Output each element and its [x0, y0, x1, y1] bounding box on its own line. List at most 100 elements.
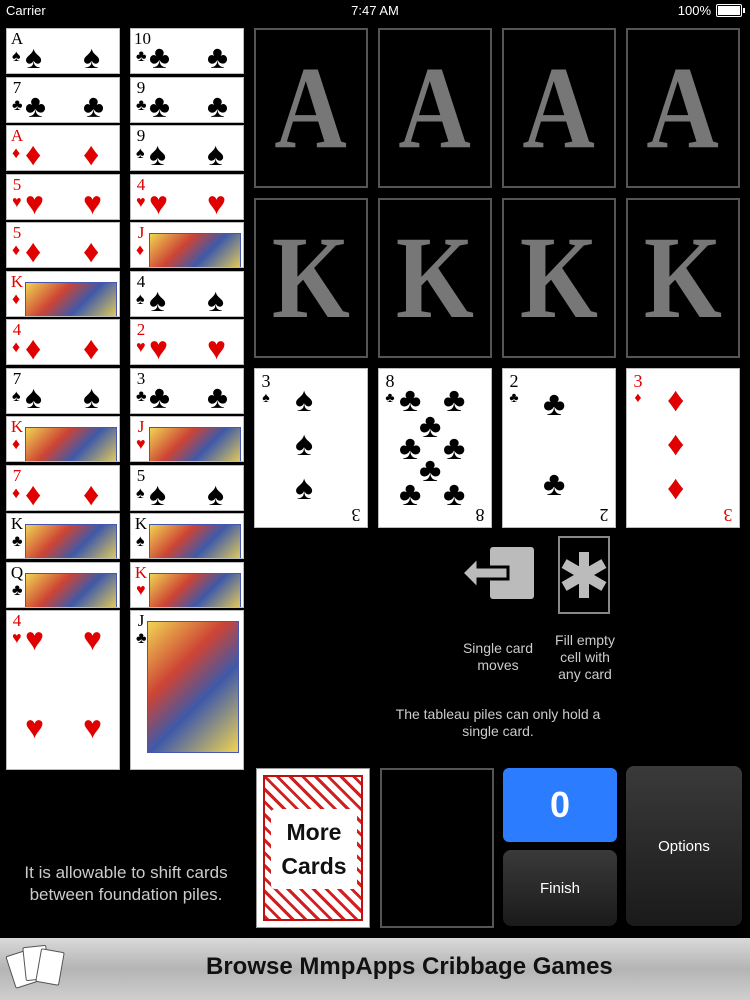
column-card: J ♦: [130, 222, 244, 268]
card-rank-inverted: 8: [475, 505, 485, 525]
column-card: 10 ♣ ♣ ♣: [130, 28, 244, 74]
suit-pip: ♦: [83, 330, 100, 365]
suit-pip: ♣: [419, 407, 442, 445]
battery-icon: [716, 4, 745, 17]
card-rank: 4: [136, 271, 146, 291]
suit-pip: ♠: [25, 378, 42, 414]
foundation-king-4[interactable]: K: [626, 198, 740, 358]
promo-banner[interactable]: Browse MmpApps Cribbage Games: [0, 938, 750, 1000]
card-suit-icon: ♠: [262, 391, 270, 406]
foundation-king-3[interactable]: K: [502, 198, 616, 358]
suit-pip: ♣: [443, 475, 466, 513]
hint-line: It is allowable to shift cards: [24, 863, 228, 882]
foundation-ace-1[interactable]: A: [254, 28, 368, 188]
column-card[interactable]: 4 ♥ ♥ ♥ ♥ ♥: [6, 610, 120, 770]
suit-pip: ♣: [25, 87, 46, 123]
caption-line: cell with: [560, 649, 610, 665]
suit-pip: ♠: [295, 381, 314, 419]
suit-pip: ♥: [25, 184, 44, 220]
suit-pip: ♥: [149, 330, 168, 365]
suit-pip: ♥: [25, 709, 44, 745]
card-rank: 7: [12, 465, 22, 485]
tableau-card[interactable]: 8 ♣ 8 ♣ ♣ ♣ ♣ ♣ ♣ ♣ ♣: [378, 368, 492, 528]
card-rank: K: [134, 514, 148, 533]
foundation-ace-4[interactable]: A: [626, 28, 740, 188]
column-card[interactable]: J ♣: [130, 610, 244, 770]
face-card-art: [147, 621, 239, 753]
suit-pip: ♣: [207, 87, 228, 123]
card-suit-icon: ♠: [12, 387, 21, 405]
card-rank: 9: [136, 77, 146, 97]
waste-pile[interactable]: [380, 768, 494, 928]
card-rank: 4: [12, 320, 22, 339]
options-button[interactable]: Options: [626, 766, 742, 926]
card-rank: K: [134, 562, 148, 582]
foundation-king-2[interactable]: K: [378, 198, 492, 358]
foundation-ace-label: A: [646, 42, 720, 173]
column-card: 5 ♥ ♥ ♥: [6, 173, 120, 220]
foundation-ace-2[interactable]: A: [378, 28, 492, 188]
finish-button[interactable]: Finish: [503, 850, 617, 926]
card-rank: 2: [136, 320, 146, 339]
more-cards-deck[interactable]: More Cards: [256, 768, 370, 928]
column-card: 9 ♠ ♠ ♠: [130, 125, 244, 171]
card-suit-icon: ♦: [12, 145, 21, 162]
column-card: K ♦: [6, 270, 120, 317]
tableau-card[interactable]: 3 ♠ 3 ♠ ♠ ♠: [254, 368, 368, 528]
suit-pip: ♣: [83, 87, 104, 123]
suit-pip: ♠: [295, 425, 314, 463]
clock: 7:47 AM: [351, 3, 399, 18]
card-rank-inverted: 2: [599, 505, 609, 525]
suit-pip: ♠: [25, 39, 42, 74]
foundation-shift-hint: It is allowable to shift cards between f…: [0, 862, 252, 906]
suit-pip: ♦: [25, 233, 42, 268]
caption-line: The tableau piles can only hold a: [395, 706, 601, 722]
card-suit-icon: ♥: [136, 339, 146, 356]
caption-line: single card.: [462, 723, 534, 739]
column-card: 4 ♦ ♦ ♦: [6, 319, 120, 365]
suit-pip: ♣: [399, 429, 422, 467]
foundation-king-label: K: [395, 212, 475, 343]
hint-line: between foundation piles.: [29, 885, 223, 904]
column-card: 4 ♥ ♥ ♥: [130, 173, 244, 220]
suit-pip: ♣: [443, 381, 466, 419]
face-card-art: [149, 427, 241, 461]
card-suit-icon: ♠: [136, 290, 145, 308]
suit-pip: ♣: [399, 381, 422, 419]
card-rank: 3: [633, 371, 643, 391]
tableau-card[interactable]: 2 ♣ 2 ♣ ♣: [502, 368, 616, 528]
tableau-card[interactable]: 3 ♦ 3 ♦ ♦ ♦: [626, 368, 740, 528]
card-suit-icon: ♥: [12, 630, 22, 647]
card-suit-icon: ♦: [12, 436, 21, 453]
fill-empty-caption: Fill empty cell with any card: [540, 632, 630, 683]
battery-percent: 100%: [677, 3, 711, 18]
card-suit-icon: ♠: [136, 533, 145, 550]
foundation-ace-3[interactable]: A: [502, 28, 616, 188]
suit-pip: ♣: [149, 87, 170, 123]
card-rank: J: [137, 611, 145, 630]
foundation-king-1[interactable]: K: [254, 198, 368, 358]
column-card: 9 ♣ ♣ ♣: [130, 76, 244, 123]
suit-pip: ♥: [207, 330, 226, 365]
suit-pip: ♠: [295, 469, 314, 507]
card-rank: Q: [10, 562, 24, 582]
score-display: 0: [503, 768, 617, 842]
face-card-art: [25, 281, 117, 316]
face-card-art: [25, 427, 117, 461]
card-rank: 5: [136, 465, 146, 485]
caption-line: Fill empty: [555, 632, 615, 648]
suit-pip: ♣: [149, 378, 170, 414]
suit-pip: ♣: [207, 39, 228, 74]
foundation-king-label: K: [271, 212, 351, 343]
suit-pip: ♠: [83, 378, 100, 414]
card-suit-icon: ♣: [136, 48, 147, 65]
card-rank: 2: [509, 371, 519, 391]
card-rank: K: [10, 514, 24, 533]
card-suit-icon: ♠: [12, 48, 21, 65]
column-card: Q ♣: [6, 561, 120, 608]
suit-pip: ♥: [83, 184, 102, 220]
column-card: K ♣: [6, 513, 120, 559]
suit-pip: ♥: [207, 184, 226, 220]
suit-pip: ♣: [543, 385, 566, 423]
card-rank: K: [10, 271, 24, 291]
